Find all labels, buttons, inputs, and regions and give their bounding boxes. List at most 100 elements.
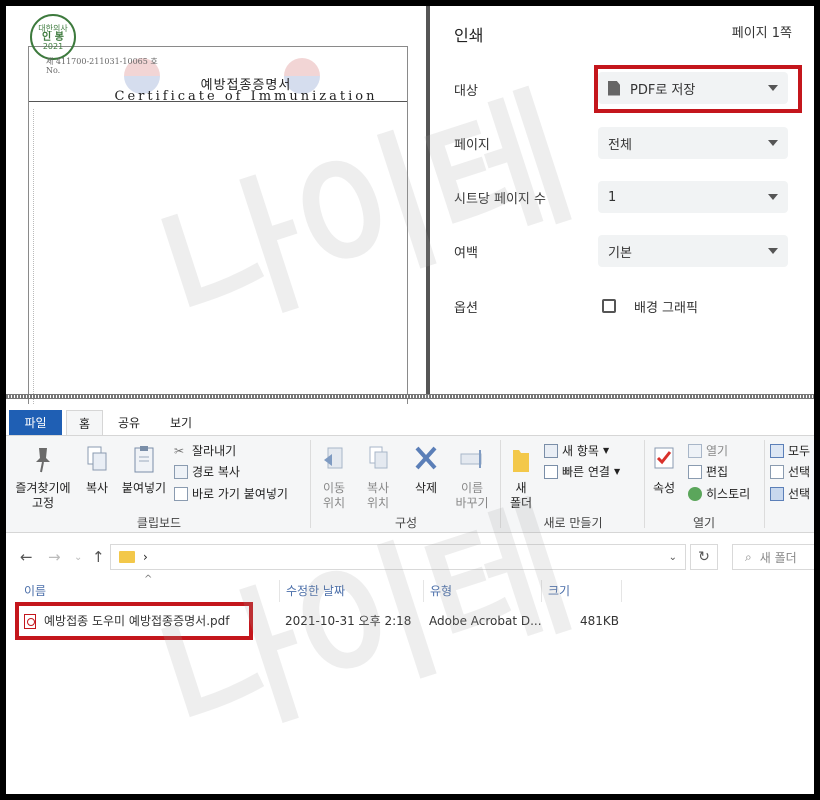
options-label: 옵션 [454, 301, 478, 316]
edit-label: 편집 [706, 465, 729, 479]
copy-path-icon [174, 465, 188, 479]
column-size[interactable]: 크기 [542, 580, 622, 602]
new-folder-label: 새 폴더 [509, 481, 533, 510]
dropdown-arrow-icon: ▼ [602, 446, 610, 455]
recent-locations-chevron-icon[interactable]: ⌄ [74, 552, 82, 563]
properties-button[interactable]: 속성 [646, 444, 682, 496]
cut-label: 잘라내기 [192, 444, 237, 458]
file-size: 481KB [580, 614, 620, 628]
rename-icon [460, 450, 482, 468]
pages-select[interactable]: 전체 [598, 127, 788, 159]
tab-home[interactable]: 홈 [66, 410, 104, 436]
new-folder-button[interactable]: 새 폴더 [504, 444, 538, 511]
copy-to-icon [369, 446, 388, 469]
select-none-label: 선택 [788, 465, 811, 479]
ribbon-tabs: 파일 홈 공유 보기 [6, 410, 814, 436]
background-graphics-checkbox[interactable] [602, 299, 616, 313]
rename-button[interactable]: 이름 바꾸기 [450, 444, 494, 511]
paste-shortcut-button[interactable]: 바로 가기 붙여넣기 [174, 485, 288, 503]
new-item-label: 새 항목 [562, 444, 599, 458]
history-icon [688, 487, 702, 501]
document-title-english: Certificate of Immunization [114, 89, 378, 104]
cut-button[interactable]: ✂ 잘라내기 [174, 442, 236, 460]
scissors-icon: ✂ [174, 444, 185, 458]
file-type: Adobe Acrobat D... [429, 614, 542, 628]
print-preview: 대한의사 인 봉 2021 제 411700-211031-10065 호 No… [6, 6, 426, 406]
seal-bottom-text: 2021 [42, 41, 64, 51]
history-button[interactable]: 히스토리 [688, 485, 750, 503]
pages-value: 전체 [608, 137, 632, 153]
delete-label: 삭제 [414, 481, 438, 495]
new-item-icon [544, 444, 558, 458]
search-placeholder: 새 폴더 [759, 550, 797, 565]
copy-path-button[interactable]: 경로 복사 [174, 463, 240, 481]
invert-selection-label: 선택 [788, 487, 811, 501]
refresh-icon: ↻ [698, 549, 710, 565]
file-list-header: ^ 이름 수정한 날짜 유형 크기 [6, 574, 814, 602]
invert-selection-icon [770, 487, 784, 501]
easy-access-label: 빠른 연결 [562, 465, 610, 479]
document-number: 제 411700-211031-10065 호 [46, 57, 158, 66]
forward-arrow-icon[interactable]: → [48, 548, 61, 566]
select-none-button[interactable]: 선택 [770, 463, 810, 481]
move-to-button[interactable]: 이동 위치 [314, 444, 354, 511]
pin-label: 즐겨찾기에 고정 [15, 481, 71, 510]
clipboard-icon [134, 446, 154, 473]
organize-group-label: 구성 [394, 516, 418, 530]
pages-per-sheet-select[interactable]: 1 [598, 181, 788, 213]
paste-button[interactable]: 붙여넣기 [118, 444, 170, 496]
margins-select[interactable]: 기본 [598, 235, 788, 267]
edit-button[interactable]: 편집 [688, 463, 728, 481]
search-input[interactable]: ⌕ 새 폴더 [732, 544, 814, 570]
tab-file[interactable]: 파일 [9, 410, 62, 436]
group-separator [644, 440, 645, 528]
pin-to-quick-access-button[interactable]: 즐겨찾기에 고정 [10, 444, 76, 511]
background-graphics-label[interactable]: 배경 그래픽 [634, 297, 698, 316]
tab-share[interactable]: 공유 [106, 410, 152, 436]
pin-icon [36, 448, 50, 473]
up-arrow-icon[interactable]: ↑ [92, 548, 105, 566]
move-to-icon [324, 447, 343, 469]
pages-per-sheet-label: 시트당 페이지 수 [454, 192, 546, 207]
new-group-label: 새로 만들기 [543, 516, 603, 530]
destination-highlight [594, 65, 802, 113]
refresh-button[interactable]: ↻ [690, 544, 718, 570]
column-type[interactable]: 유형 [424, 580, 542, 602]
select-none-icon [770, 465, 784, 479]
search-icon: ⌕ [745, 549, 752, 564]
group-separator [764, 440, 765, 528]
copy-label: 복사 [85, 481, 109, 495]
breadcrumb-separator: › [143, 550, 148, 564]
margins-value: 기본 [608, 245, 632, 261]
clipboard-group-label: 클립보드 [136, 516, 182, 530]
chevron-down-icon [768, 194, 778, 200]
destination-label: 대상 [454, 84, 478, 99]
column-name[interactable]: 이름 [18, 580, 280, 602]
select-all-button[interactable]: 모두 [770, 442, 810, 460]
chevron-down-icon [768, 248, 778, 254]
group-separator [310, 440, 311, 528]
select-all-label: 모두 [788, 444, 811, 458]
copy-icon [87, 446, 107, 471]
rename-label: 이름 바꾸기 [455, 481, 489, 510]
delete-x-icon [415, 446, 437, 470]
address-input[interactable]: › ⌄ [110, 544, 686, 570]
ribbon: 즐겨찾기에 고정 복사 붙여넣기 ✂ 잘라내기 경로 복사 바로 가기 붙여넣기… [6, 435, 814, 533]
column-modified[interactable]: 수정한 날짜 [280, 580, 424, 602]
official-seal: 대한의사 인 봉 2021 [30, 14, 76, 60]
open-button[interactable]: 열기 [688, 442, 728, 460]
invert-selection-button[interactable]: 선택 [770, 485, 810, 503]
chevron-down-icon[interactable]: ⌄ [669, 552, 677, 563]
copy-to-button[interactable]: 복사 위치 [358, 444, 398, 511]
folder-icon [513, 450, 529, 472]
open-label: 열기 [706, 444, 729, 458]
back-arrow-icon[interactable]: ← [20, 548, 33, 566]
new-item-button[interactable]: 새 항목 ▼ [544, 442, 609, 460]
file-highlight [15, 602, 253, 640]
copy-button[interactable]: 복사 [80, 444, 114, 496]
history-label: 히스토리 [706, 487, 751, 501]
tab-view[interactable]: 보기 [158, 410, 204, 436]
delete-button[interactable]: 삭제 [406, 444, 446, 496]
page-count: 페이지 1쪽 [731, 26, 792, 41]
easy-access-button[interactable]: 빠른 연결 ▼ [544, 463, 620, 481]
